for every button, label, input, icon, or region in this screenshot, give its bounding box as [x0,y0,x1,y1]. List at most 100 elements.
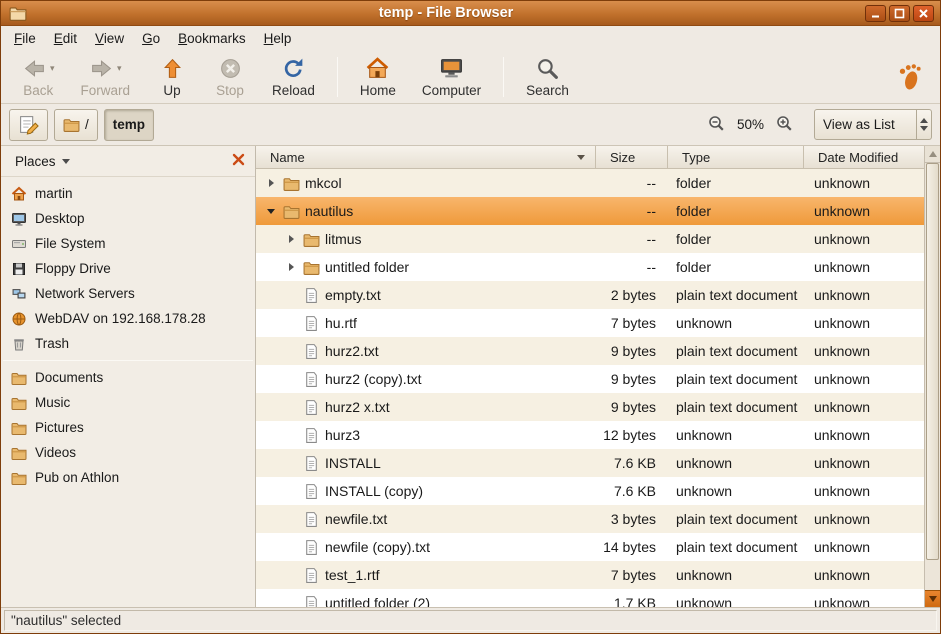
window-menu-icon[interactable] [9,4,27,22]
sidebar-item-label: Floppy Drive [35,261,111,276]
sidebar-mode-dropdown[interactable]: Places [9,151,76,172]
close-icon [232,153,245,169]
file-row[interactable]: nautilus--folderunknown [256,197,924,225]
computer-button[interactable]: Computer [412,53,491,101]
stop-icon [218,56,243,81]
file-row[interactable]: hurz2 x.txt9 bytesplain text documentunk… [256,393,924,421]
zoom-out-button[interactable] [704,112,730,138]
file-row[interactable]: untitled folder (2)1.7 KBunknownunknown [256,589,924,607]
file-row[interactable]: hu.rtf7 bytesunknownunknown [256,309,924,337]
toggle-location-entry-button[interactable] [9,109,48,141]
file-size: -- [596,259,668,275]
gnome-logo-icon[interactable] [896,62,924,92]
folder-icon [303,231,320,248]
sidebar-item-file-system[interactable]: File System [1,231,255,256]
vertical-scrollbar[interactable] [924,146,940,607]
file-row[interactable]: INSTALL7.6 KBunknownunknown [256,449,924,477]
folder-icon [11,470,27,486]
file-row[interactable]: hurz2 (copy).txt9 bytesplain text docume… [256,365,924,393]
file-size: 1.7 KB [596,595,668,607]
expander-spacer [284,484,298,498]
sidebar-item-martin[interactable]: martin [1,181,255,206]
file-date: unknown [804,315,924,331]
expand-arrow-icon[interactable] [264,176,278,190]
up-button[interactable]: Up [146,53,198,101]
forward-icon [89,56,114,81]
file-row[interactable]: hurz2.txt9 bytesplain text documentunkno… [256,337,924,365]
file-icon [303,371,320,388]
view-mode-dropdown[interactable]: View as List [814,109,932,140]
expand-arrow-icon[interactable] [284,232,298,246]
file-icon [303,343,320,360]
close-button[interactable] [913,5,934,22]
scroll-down-button[interactable] [925,590,940,607]
file-date: unknown [804,231,924,247]
sidebar-item-pictures[interactable]: Pictures [1,415,255,440]
sidebar-item-music[interactable]: Music [1,390,255,415]
folder-icon [11,395,27,411]
sidebar-item-desktop[interactable]: Desktop [1,206,255,231]
zoom-in-button[interactable] [771,112,797,138]
file-date: unknown [804,371,924,387]
view-mode-stepper[interactable] [916,110,931,139]
file-size: 14 bytes [596,539,668,555]
scroll-up-button[interactable] [925,146,940,163]
sidebar-close-button[interactable] [227,150,249,172]
expander-spacer [284,512,298,526]
folder-icon [283,203,300,220]
column-header-date-modified[interactable]: Date Modified [804,146,924,168]
collapse-arrow-icon[interactable] [264,204,278,218]
sidebar-item-trash[interactable]: Trash [1,331,255,356]
column-header-size[interactable]: Size [596,146,668,168]
file-name: mkcol [305,175,342,191]
sidebar-item-videos[interactable]: Videos [1,440,255,465]
file-row[interactable]: litmus--folderunknown [256,225,924,253]
path-current-button[interactable]: temp [104,109,154,141]
file-name: newfile (copy).txt [325,539,430,555]
file-row[interactable]: newfile (copy).txt14 bytesplain text doc… [256,533,924,561]
file-row[interactable]: untitled folder--folderunknown [256,253,924,281]
sidebar-item-webdav-on-192-168-178-28[interactable]: WebDAV on 192.168.178.28 [1,306,255,331]
file-date: unknown [804,455,924,471]
file-type: folder [668,203,804,219]
scrollbar-thumb[interactable] [926,163,939,560]
expand-arrow-icon[interactable] [284,260,298,274]
home-button[interactable]: Home [350,53,406,101]
sidebar-item-floppy-drive[interactable]: Floppy Drive [1,256,255,281]
search-button[interactable]: Search [516,53,579,101]
sidebar-item-pub-on-athlon[interactable]: Pub on Athlon [1,465,255,490]
menu-edit[interactable]: Edit [45,28,86,49]
menu-go[interactable]: Go [133,28,169,49]
maximize-button[interactable] [889,5,910,22]
menu-view[interactable]: View [86,28,133,49]
column-header-type[interactable]: Type [668,146,804,168]
file-row[interactable]: test_1.rtf7 bytesunknownunknown [256,561,924,589]
column-header-name[interactable]: Name [256,146,596,168]
path-root-button[interactable]: / [54,109,98,141]
expander-spacer [284,568,298,582]
file-row[interactable]: empty.txt2 bytesplain text documentunkno… [256,281,924,309]
menu-help[interactable]: Help [255,28,301,49]
file-row[interactable]: hurz312 bytesunknownunknown [256,421,924,449]
drive-icon [11,236,27,252]
sidebar-item-documents[interactable]: Documents [1,365,255,390]
minimize-button[interactable] [865,5,886,22]
file-size: 2 bytes [596,287,668,303]
titlebar[interactable]: temp - File Browser [1,1,940,26]
reload-button[interactable]: Reload [262,53,325,101]
file-name: INSTALL (copy) [325,483,423,499]
file-size: 9 bytes [596,399,668,415]
scrollbar-trough[interactable] [925,163,940,590]
toolbar-button-label: Up [163,83,180,98]
file-row[interactable]: newfile.txt3 bytesplain text documentunk… [256,505,924,533]
menu-bookmarks[interactable]: Bookmarks [169,28,255,49]
status-message: "nautilus" selected [4,610,937,631]
menu-file[interactable]: File [5,28,45,49]
toolbar-button-label: Computer [422,83,481,98]
sidebar-item-label: Videos [35,445,76,460]
file-date: unknown [804,287,924,303]
file-row[interactable]: INSTALL (copy)7.6 KBunknownunknown [256,477,924,505]
column-header-label: Date Modified [818,150,898,165]
file-row[interactable]: mkcol--folderunknown [256,169,924,197]
sidebar-item-network-servers[interactable]: Network Servers [1,281,255,306]
